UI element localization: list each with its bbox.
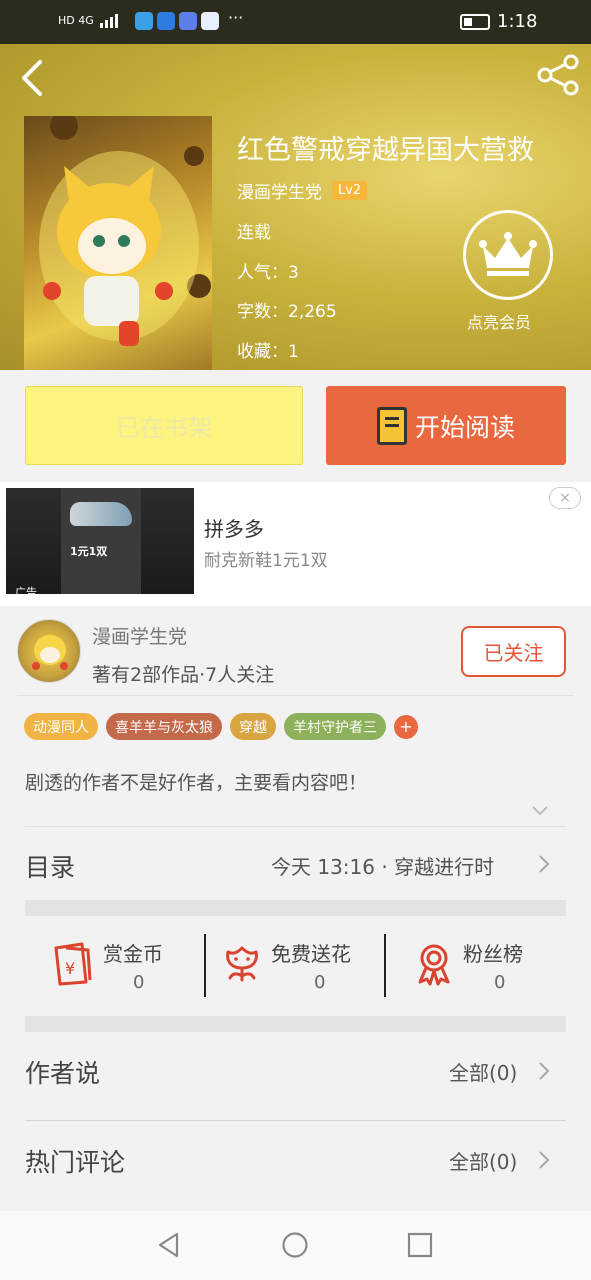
reward-coins-value: 0 (133, 972, 145, 993)
free-flowers-label[interactable]: 免费送花 (271, 938, 351, 967)
book-cover[interactable] (24, 116, 212, 370)
book-status: 连载 (237, 223, 271, 243)
ad-description[interactable]: 耐克新鞋1元1双 (204, 546, 328, 571)
stat-separator (384, 934, 386, 997)
author-says-label[interactable]: 作者说 (25, 1054, 100, 1090)
vip-label[interactable]: 点亮会员 (467, 309, 531, 333)
book-favorites: 收藏：1 (237, 342, 299, 362)
music-notify-icon (179, 12, 197, 30)
catalog-latest[interactable]: 今天 13:16 · 穿越进行时 (271, 851, 494, 880)
system-nav-bar (0, 1211, 591, 1280)
book-icon (376, 406, 407, 445)
catalog-label[interactable]: 目录 (25, 848, 75, 884)
tag-chip[interactable]: 羊村守护者三 (284, 713, 386, 740)
book-author[interactable]: 漫画学生党 (237, 178, 322, 203)
hot-comments-label[interactable]: 热门评论 (25, 1143, 125, 1179)
ad-banner[interactable]: 1元1双 广告 (0, 482, 591, 606)
nav-home-icon[interactable] (281, 1231, 309, 1259)
book-blurb: 剧透的作者不是好作者，主要看内容吧！ (25, 772, 368, 794)
ad-image-price: 1元1双 (70, 545, 108, 558)
red-envelope-icon[interactable]: ¥ (52, 942, 94, 986)
add-tag-button[interactable]: + (394, 714, 418, 739)
battery-icon (460, 14, 490, 30)
chevron-right-icon[interactable] (537, 1149, 551, 1171)
svg-text:¥: ¥ (65, 959, 75, 978)
share-icon[interactable] (535, 52, 581, 98)
reward-coins-label[interactable]: 赏金币 (103, 938, 163, 967)
cover-illustration (39, 116, 211, 346)
start-reading-button[interactable]: 开始阅读 (326, 386, 566, 465)
status-bar: HD 4G ··· 1:18 (0, 0, 591, 44)
flower-icon[interactable] (222, 944, 262, 984)
chevron-right-icon[interactable] (537, 1060, 551, 1082)
follow-button[interactable]: 已关注 (461, 626, 566, 677)
ad-shoe (70, 502, 132, 526)
tag-list: 动漫同人 喜羊羊与灰太狼 穿越 羊村守护者三 + (24, 713, 418, 740)
app-notify-icon (157, 12, 175, 30)
hot-comments-all[interactable]: 全部(0) (449, 1146, 517, 1175)
clock: 1:18 (497, 11, 538, 32)
tag-chip[interactable]: 穿越 (230, 713, 276, 740)
chevron-right-icon[interactable] (537, 853, 551, 875)
free-flowers-value: 0 (314, 972, 326, 993)
level-badge: Lv2 (332, 181, 368, 200)
author-name[interactable]: 漫画学生党 (92, 622, 187, 649)
signal-icon (99, 14, 118, 28)
book-title: 红色警戒穿越异国大营救 (237, 135, 534, 166)
ad-image[interactable]: 1元1双 广告 (6, 488, 194, 594)
stat-separator (204, 934, 206, 997)
divider (25, 1120, 566, 1121)
fan-ranking-value: 0 (494, 972, 506, 993)
section-separator (25, 900, 566, 916)
section-separator (25, 1016, 566, 1032)
book-popularity: 人气：3 (237, 263, 299, 283)
nav-recents-icon[interactable] (407, 1232, 433, 1258)
more-notifications: ··· (228, 8, 244, 27)
vip-button[interactable] (463, 210, 553, 300)
tag-chip[interactable]: 动漫同人 (24, 713, 98, 740)
tag-chip[interactable]: 喜羊羊与灰太狼 (106, 713, 222, 740)
baidu-notify-icon (201, 12, 219, 30)
expand-chevron-icon[interactable] (531, 802, 549, 820)
nav-back-icon[interactable] (155, 1231, 183, 1259)
crown-icon (479, 232, 537, 276)
author-stats: 著有2部作品·7人关注 (92, 664, 275, 686)
book-author-line: 漫画学生党 Lv2 (237, 178, 368, 203)
notification-icons (135, 12, 219, 30)
app-notify-icon (135, 12, 153, 30)
back-arrow-icon[interactable] (18, 58, 48, 98)
fan-ranking-label[interactable]: 粉丝榜 (463, 938, 523, 967)
author-says-all[interactable]: 全部(0) (449, 1057, 517, 1086)
book-word-count: 字数：2,265 (237, 302, 337, 322)
network-indicator: HD 4G (58, 12, 124, 28)
ad-close-button[interactable]: × (549, 487, 581, 509)
in-shelf-button[interactable]: 已在书架 (25, 386, 303, 465)
ad-tag: 广告 (15, 585, 37, 595)
divider (17, 695, 574, 696)
medal-icon[interactable] (414, 942, 454, 986)
ad-brand[interactable]: 拼多多 (204, 513, 264, 542)
avatar[interactable] (17, 619, 81, 683)
start-reading-label: 开始阅读 (414, 412, 515, 442)
avatar-image (32, 635, 68, 670)
divider (25, 826, 566, 827)
